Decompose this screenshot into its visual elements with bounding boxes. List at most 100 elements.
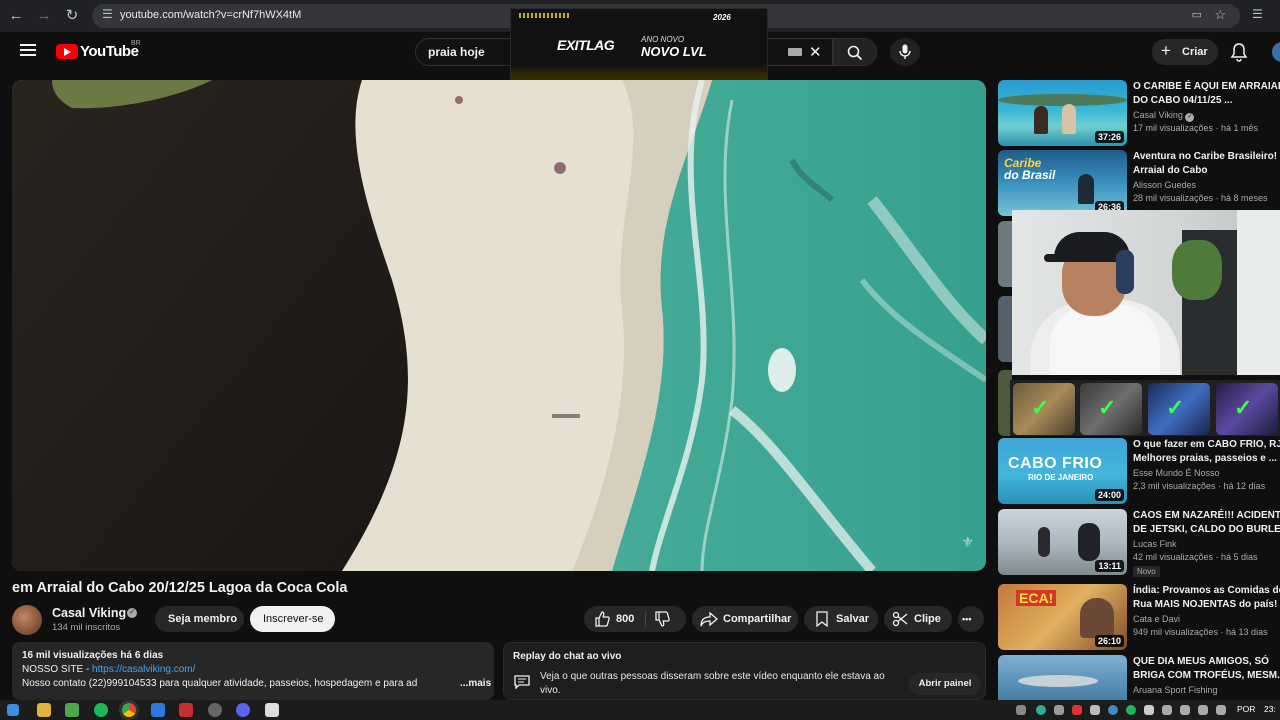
recommendation-item[interactable]: CABO FRIO RIO DE JANEIRO 24:00 O que faz… [998,438,1280,504]
site-prefix: NOSSO SITE - [22,664,93,675]
recommendation-title-line2: DE JETSKI, CALDO DO BURLE [1133,523,1280,535]
edge-icon[interactable] [151,703,165,717]
tray-app-icon[interactable] [1216,705,1226,715]
recommendation-title-line1: O que fazer em CABO FRIO, RJ [1133,439,1280,450]
channel-name[interactable]: Casal Viking [52,606,126,620]
video-thumbnail[interactable]: 37:26 [998,80,1127,146]
recommendation-meta: 2,3 mil visualizações · há 12 dias [1133,481,1266,491]
exitlag-ad-overlay[interactable]: 2026 EXITLAG ANO NOVO NOVO LVL [510,8,768,80]
tray-app-icon[interactable] [1054,705,1064,715]
share-button[interactable]: Compartilhar [692,606,798,632]
menu-icon[interactable] [20,44,36,56]
streamer-webcam [1012,210,1280,375]
description-box[interactable]: 16 mil visualizações há 6 dias NOSSO SIT… [12,642,494,700]
tray-chevron-icon[interactable] [1016,705,1026,715]
volume-icon[interactable] [1198,705,1208,715]
spotify-icon[interactable] [94,703,108,717]
network-icon[interactable] [1180,705,1190,715]
windows-start-icon[interactable] [7,704,19,716]
thumbs-up-icon[interactable] [594,611,610,627]
recommendation-title: Índia: Provamos as Comidas de Rua MAIS NO… [1133,584,1280,611]
video-player[interactable]: ⚜ [12,80,986,571]
site-info-icon[interactable]: ☰ [102,7,113,21]
app-icon[interactable] [265,703,279,717]
tray-app-icon[interactable] [1072,705,1082,715]
game-slot: ✓ [1013,383,1075,435]
logo-text: YouTube [80,43,139,60]
chat-replay-panel: Replay do chat ao vivo Veja o que outras… [503,642,986,700]
url-text[interactable]: youtube.com/watch?v=crNf7hWX4tM [120,9,301,21]
settings-app-icon[interactable] [208,703,222,717]
scissors-icon [892,611,908,627]
xbox-app-icon[interactable] [65,703,79,717]
video-thumbnail[interactable]: ECA! 26:10 [998,584,1127,650]
ad-glow [511,65,767,79]
thumbs-down-icon[interactable] [654,611,670,627]
keyboard-language[interactable]: POR [1237,704,1255,714]
save-button[interactable]: Salvar [804,606,878,632]
verified-badge-icon: ✓ [127,608,137,618]
ad-subtitle: ANO NOVO [641,35,685,44]
more-actions-button[interactable]: ••• [958,606,984,632]
subscribe-button[interactable]: Inscrever-se [250,606,335,632]
tray-app-icon[interactable] [1108,705,1118,715]
cast-icon[interactable]: ▭ [1192,8,1202,21]
channel-avatar[interactable] [12,605,42,635]
recommendation-item[interactable]: Caribe do Brasil 26:36 Aventura no Carib… [998,150,1280,216]
recommendation-item[interactable]: 37:26 O CARIBE É AQUI EM ARRAIAL DO CABO … [998,80,1280,146]
tray-app-icon[interactable] [1036,705,1046,715]
recommendation-item[interactable]: 13:11 CAOS EM NAZARÉ!!! ACIDENTE DE JETSK… [998,509,1280,577]
video-duration: 13:11 [1095,560,1124,572]
video-thumbnail-edge[interactable] [998,221,1012,287]
discord-icon[interactable] [236,703,250,717]
recommendation-meta: 949 mil visualizações · há 13 dias [1133,627,1268,637]
chrome-icon[interactable] [122,703,136,717]
recommendation-channel: Lucas Fink [1133,539,1177,549]
video-duration: 37:26 [1094,131,1124,143]
open-panel-button[interactable]: Abrir painel [909,673,981,695]
video-thumbnail[interactable]: 13:11 [998,509,1127,575]
recommendation-title: Aventura no Caribe Brasileiro! Arraial do… [1133,150,1280,177]
video-thumbnail[interactable] [998,655,1127,700]
clock[interactable]: 23: [1264,704,1276,714]
more-dots-icon: ••• [962,614,972,624]
keyboard-icon[interactable] [788,48,802,56]
account-avatar[interactable] [1272,42,1280,62]
search-icon [847,45,863,61]
recommendation-title-line1: QUE DIA MEUS AMIGOS, SÓ [1133,656,1269,667]
tray-app-icon[interactable] [1144,705,1154,715]
clear-search-icon[interactable]: ✕ [809,43,822,61]
recommendation-title: O que fazer em CABO FRIO, RJ Melhores pra… [1133,438,1280,465]
video-thumbnail[interactable]: CABO FRIO RIO DE JANEIRO 24:00 [998,438,1127,504]
show-more-link[interactable]: ...mais [448,678,492,689]
clip-button[interactable]: Clipe [884,606,952,632]
media-app-icon[interactable] [179,703,193,717]
back-icon[interactable]: ← [6,6,26,26]
tray-spotify-icon[interactable] [1126,705,1136,715]
video-thumbnail[interactable]: Caribe do Brasil 26:36 [998,150,1127,216]
forward-icon[interactable]: → [34,6,54,26]
voice-search-button[interactable] [890,38,920,66]
country-code: BR [131,40,141,47]
bookmark-star-icon[interactable]: ☆ [1214,7,1226,23]
reload-icon[interactable]: ↻ [62,6,82,26]
recommendation-title-line2: BRIGA COM TROFÉUS, MESM... [1133,669,1280,681]
recommendation-title-line1: CAOS EM NAZARÉ!!! ACIDENTE [1133,510,1280,521]
search-button[interactable] [833,38,877,66]
microphone-tray-icon[interactable] [1162,705,1172,715]
recommendation-title-line1: Aventura no Caribe Brasileiro! [1133,151,1278,162]
reading-list-icon[interactable]: ☰ [1252,7,1263,21]
like-count[interactable]: 800 [616,613,634,625]
channel-watermark-icon[interactable]: ⚜ [961,534,974,551]
site-link[interactable]: https://casalviking.com/ [92,664,195,675]
create-button[interactable]: + Criar [1152,39,1218,65]
join-button[interactable]: Seja membro [155,606,244,632]
recommendation-item[interactable]: ECA! 26:10 Índia: Provamos as Comidas de… [998,584,1280,650]
search-query[interactable]: praia hoje [428,45,485,59]
video-thumbnail-edge[interactable] [998,296,1012,362]
tray-app-icon[interactable] [1090,705,1100,715]
recommendation-item[interactable]: QUE DIA MEUS AMIGOS, SÓ BRIGA COM TROFÉUS… [998,655,1280,700]
recommendation-title: CAOS EM NAZARÉ!!! ACIDENTE DE JETSKI, CAL… [1133,509,1280,536]
file-explorer-icon[interactable] [37,703,51,717]
notifications-bell-icon[interactable] [1230,42,1248,67]
